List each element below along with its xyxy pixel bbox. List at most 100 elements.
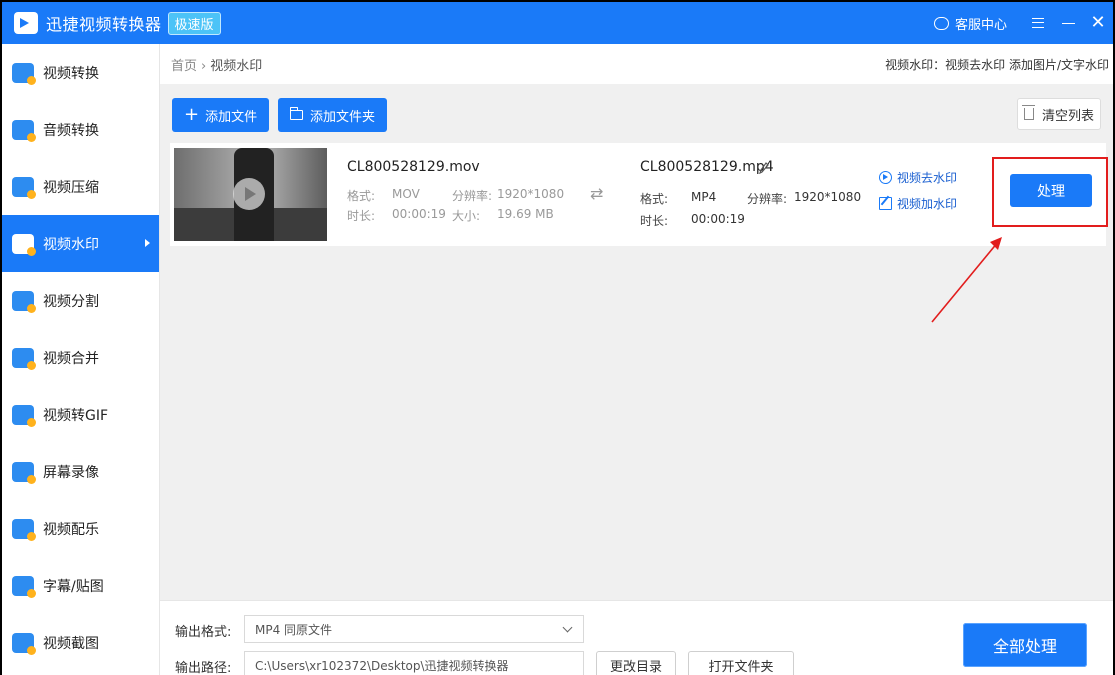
bottom-bar: 输出格式: MP4 同原文件 输出路径: C:\Users\xr102372\D…: [160, 600, 1113, 675]
sidebar-item-screen-record[interactable]: 屏幕录像: [2, 443, 159, 500]
add-file-label: 添加文件: [205, 109, 258, 125]
output-format-label: 输出格式:: [175, 625, 232, 640]
output-resolution-label: 分辨率:: [747, 192, 788, 206]
add-folder-label: 添加文件夹: [310, 109, 376, 125]
process-all-button[interactable]: 全部处理: [963, 623, 1087, 667]
sidebar-item-label: 字幕/贴图: [43, 578, 104, 595]
video-gif-icon: [12, 404, 36, 427]
source-format-label: 格式:: [347, 189, 376, 203]
output-file-name[interactable]: CL800528129.mp4: [640, 159, 774, 175]
video-compress-icon: [12, 176, 36, 199]
sidebar-item-video-merge[interactable]: 视频合并: [2, 329, 159, 386]
chevron-down-icon: [562, 622, 573, 633]
sidebar-item-label: 音频转换: [43, 122, 99, 139]
output-path-label: 输出路径:: [175, 661, 232, 675]
output-format-value: MP4: [691, 190, 717, 204]
breadcrumb-current: 视频水印: [210, 58, 263, 74]
play-icon[interactable]: [233, 178, 265, 210]
convert-arrow-icon: ⇄: [590, 184, 604, 203]
menu-icon: [1032, 18, 1044, 28]
minimize-icon: [1061, 22, 1075, 24]
output-format-label: 格式:: [640, 192, 669, 206]
video-thumbnail[interactable]: [174, 148, 327, 241]
edit-icon: [879, 197, 892, 210]
source-size-value: 19.69 MB: [497, 207, 554, 221]
sidebar-item-label: 视频水印: [43, 236, 99, 253]
sidebar-item-label: 视频转换: [43, 65, 99, 82]
breadcrumb-separator: ›: [201, 58, 207, 74]
sidebar-item-label: 视频分割: [43, 293, 99, 310]
video-music-icon: [12, 518, 36, 541]
sidebar-item-video-gif[interactable]: 视频转GIF: [2, 386, 159, 443]
title-controls: 客服中心 ✕: [933, 2, 1113, 44]
active-arrow-icon: [145, 239, 150, 247]
video-split-icon: [12, 290, 36, 313]
breadcrumb-home[interactable]: 首页: [171, 59, 197, 74]
sidebar-item-label: 视频压缩: [43, 179, 99, 196]
folder-icon: [289, 107, 303, 120]
video-convert-icon: [12, 62, 36, 85]
main-panel: 首页 › 视频水印 视频水印：视频去水印 添加图片/文字水印 + 添加文件 添加文件…: [160, 44, 1113, 675]
breadcrumb: 首页 › 视频水印: [171, 55, 262, 74]
sidebar-item-video-convert[interactable]: 视频转换: [2, 44, 159, 101]
remove-watermark-link[interactable]: 视频去水印: [879, 169, 957, 186]
app-window: 迅捷视频转换器 极速版 客服中心 ✕ 视频转换 音频转换 视频压缩 视频水印 视…: [2, 2, 1113, 675]
file-item: [170, 143, 1106, 246]
sidebar-item-video-watermark[interactable]: 视频水印: [2, 215, 159, 272]
source-resolution-label: 分辨率:: [452, 189, 493, 203]
sidebar-item-subtitle-sticker[interactable]: 字幕/贴图: [2, 557, 159, 614]
output-resolution-value: 1920*1080: [794, 190, 862, 204]
source-size-label: 大小:: [452, 209, 481, 223]
output-duration-value: 00:00:19: [691, 212, 745, 226]
add-file-button[interactable]: + 添加文件: [172, 98, 270, 132]
source-resolution-value: 1920*1080: [497, 187, 565, 201]
output-format-select[interactable]: MP4 同原文件: [244, 615, 584, 643]
add-watermark-link[interactable]: 视频加水印: [879, 195, 957, 212]
video-watermark-icon: [12, 233, 36, 256]
sidebar-item-video-split[interactable]: 视频分割: [2, 272, 159, 329]
open-folder-button[interactable]: 打开文件夹: [688, 651, 794, 675]
clear-list-label: 清空列表: [1041, 108, 1094, 124]
sidebar-item-video-screenshot[interactable]: 视频截图: [2, 614, 159, 671]
sidebar-item-label: 屏幕录像: [43, 464, 99, 481]
source-duration-value: 00:00:19: [392, 207, 446, 221]
app-title: 迅捷视频转换器: [46, 15, 162, 34]
output-duration-label: 时长:: [640, 214, 669, 228]
minimize-button[interactable]: [1053, 2, 1083, 44]
breadcrumb-bar: 首页 › 视频水印 视频水印：视频去水印 添加图片/文字水印: [160, 44, 1113, 84]
screen-record-icon: [12, 461, 36, 484]
sidebar-item-audio-convert[interactable]: 音频转换: [2, 101, 159, 158]
add-folder-button[interactable]: 添加文件夹: [278, 98, 388, 132]
output-path-field[interactable]: C:\Users\xr102372\Desktop\迅捷视频转换器: [244, 651, 584, 675]
source-format-value: MOV: [392, 187, 420, 201]
change-directory-button[interactable]: 更改目录: [596, 651, 676, 675]
source-file-name: CL800528129.mov: [347, 159, 480, 175]
sidebar-item-label: 视频配乐: [43, 521, 99, 538]
source-duration-label: 时长:: [347, 209, 376, 223]
trash-icon: [1021, 105, 1035, 120]
output-format-selected: MP4 同原文件: [255, 622, 333, 637]
edit-name-icon[interactable]: [759, 162, 769, 174]
plus-icon: +: [184, 104, 200, 125]
menu-button[interactable]: [1023, 2, 1053, 44]
sidebar-item-label: 视频转GIF: [43, 407, 109, 424]
sidebar-item-label: 视频截图: [43, 635, 99, 652]
sidebar-item-video-compress[interactable]: 视频压缩: [2, 158, 159, 215]
remove-watermark-label: 视频去水印: [897, 171, 958, 185]
process-button[interactable]: 处理: [1010, 174, 1092, 207]
play-circle-icon: [879, 171, 892, 184]
sidebar: 视频转换 音频转换 视频压缩 视频水印 视频分割 视频合并 视频转GIF 屏幕录…: [2, 44, 160, 675]
title-bar: 迅捷视频转换器 极速版 客服中心 ✕: [2, 2, 1113, 44]
edition-badge: 极速版: [167, 11, 221, 35]
add-watermark-label: 视频加水印: [897, 197, 958, 211]
chat-icon: [933, 16, 949, 30]
close-icon: ✕: [1090, 12, 1106, 33]
audio-convert-icon: [12, 119, 36, 142]
close-button[interactable]: ✕: [1083, 2, 1113, 44]
sidebar-item-video-music[interactable]: 视频配乐: [2, 500, 159, 557]
annotation-arrow-icon: [931, 237, 1002, 323]
support-center-label: 客服中心: [954, 17, 1007, 33]
support-center-button[interactable]: 客服中心: [933, 14, 1007, 33]
video-screenshot-icon: [12, 632, 36, 655]
clear-list-button[interactable]: 清空列表: [1017, 98, 1101, 130]
